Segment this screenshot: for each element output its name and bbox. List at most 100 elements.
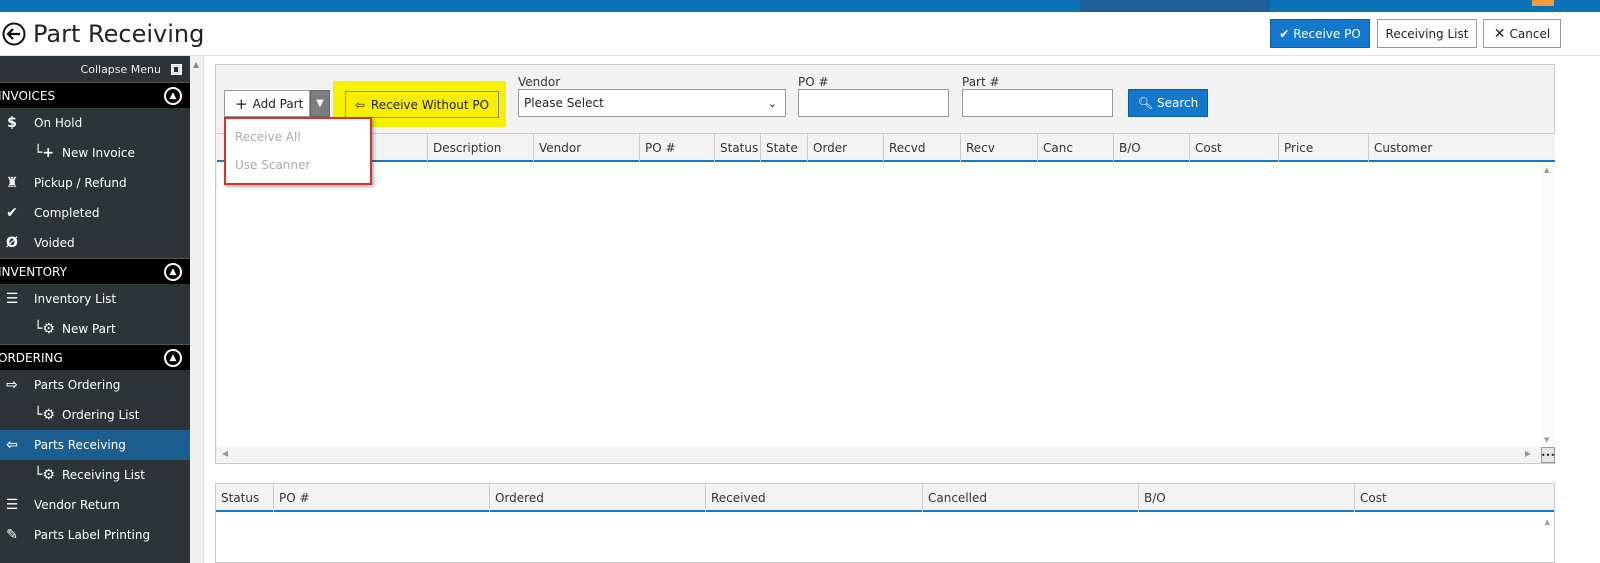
column-header[interactable]: Canc [1037,134,1113,162]
chevron-up-icon[interactable]: ▲ [164,348,182,367]
sidebar-item-completed[interactable]: ✔ Completed [0,198,190,228]
sidebar-item-new-part[interactable]: └⚙ New Part [0,314,190,344]
column-header[interactable]: PO # [639,134,714,162]
page-title: Part Receiving [33,20,205,48]
parts-grid-vertical-scrollbar[interactable]: ▲ ▼ [1541,164,1555,446]
scroll-up-icon[interactable]: ▲ [1545,518,1550,526]
top-bar [0,0,1600,12]
part-label: Part # [962,75,1000,89]
plus-icon: + [235,94,248,113]
column-header[interactable]: Cancelled [922,484,1138,512]
sidebar-item-on-hold[interactable]: $ On Hold [0,108,190,138]
chevron-up-icon[interactable]: ▲ [164,262,182,281]
scroll-up-icon[interactable]: ▲ [193,60,199,69]
list-icon: ☰ [5,291,19,307]
column-header[interactable]: Ordered [489,484,705,512]
scroll-down-icon[interactable]: ▼ [1544,436,1549,444]
sidebar-item-receiving-list[interactable]: └⚙ Receiving List [0,460,190,490]
top-bar-badge [1532,0,1554,6]
collapse-menu-label: Collapse Menu [80,62,161,76]
add-part-button[interactable]: + Add Part [224,90,310,117]
dollar-icon: $ [7,115,17,131]
sidebar-item-pickup-refund[interactable]: ♜ Pickup / Refund [0,168,190,198]
chevron-up-icon[interactable]: ▲ [164,86,182,105]
column-header[interactable]: Status [216,484,273,512]
column-header[interactable]: B/O [1113,134,1189,162]
cancel-button[interactable]: ✕ Cancel [1483,19,1561,48]
plus-icon: └+ [34,145,55,161]
collapse-menu-icon [171,63,182,75]
column-header[interactable]: PO # [273,484,489,512]
menu-item-receive-all[interactable]: Receive All [226,123,370,151]
void-icon: Ø [6,235,18,251]
add-part-label: Add Part [252,96,304,111]
scroll-right-icon[interactable]: ▶ [1525,449,1531,458]
sidebar-item-new-invoice[interactable]: └+ New Invoice [0,138,190,168]
scroll-left-icon[interactable]: ◀ [222,449,228,458]
tag-icon: ✎ [6,527,18,543]
add-part-dropdown-menu: Receive All Use Scanner [224,117,372,185]
section-ordering[interactable]: ORDERING ▲ [0,344,190,370]
column-header[interactable]: Customer [1368,134,1555,162]
column-header[interactable]: State [760,134,807,162]
sidebar-item-parts-ordering[interactable]: ⇨ Parts Ordering [0,370,190,400]
section-invoices[interactable]: INVOICES ▲ [0,82,190,108]
sidebar-item-parts-label-printing[interactable]: ✎ Parts Label Printing [0,520,190,550]
sidebar-item-ordering-list[interactable]: └⚙ Ordering List [0,400,190,430]
column-header[interactable]: Vendor [533,134,639,162]
chevron-down-icon: ▼ [316,98,324,109]
section-inventory[interactable]: INVENTORY ▲ [0,258,190,284]
export-icon: ⇨ [6,377,18,393]
column-header[interactable]: Status [714,134,760,162]
sidebar-item-label: Receiving List [62,468,145,482]
menu-item-use-scanner[interactable]: Use Scanner [226,151,370,179]
ellipsis-icon: ••• [1540,450,1556,460]
search-label: Search [1157,96,1199,110]
search-button[interactable]: 🔍︎ Search [1128,89,1208,117]
section-title: ORDERING [0,350,63,365]
sidebar-scrollbar[interactable]: ▲ [190,56,204,563]
column-header[interactable]: Recv [960,134,1037,162]
part-input[interactable] [962,89,1113,117]
sidebar-item-parts-receiving[interactable]: ⇦ Parts Receiving [0,430,190,460]
gear-icon: └⚙ [34,407,55,423]
check-icon: ✔ [6,205,18,221]
po-label: PO # [798,75,829,89]
back-arrow-icon[interactable] [2,22,26,46]
sidebar-item-vendor-return[interactable]: ☰ Vendor Return [0,490,190,520]
sidebar-item-label: Parts Receiving [34,438,126,452]
sidebar-item-label: New Part [62,322,116,336]
collapse-menu[interactable]: Collapse Menu [0,56,190,82]
check-icon: ✔ [1279,26,1290,41]
parts-grid-header: Description Vendor PO # Status State Ord… [217,134,1555,162]
column-header[interactable]: Order [807,134,883,162]
sidebar-item-label: Completed [34,206,100,220]
receive-po-button[interactable]: ✔ Receive PO [1270,19,1370,48]
import-icon: ⇦ [6,437,18,453]
main-content: + Add Part ▼ ⇦ Receive Without PO Vendor… [215,64,1555,563]
sidebar-item-inventory-list[interactable]: ☰ Inventory List [0,284,190,314]
column-header[interactable]: B/O [1138,484,1354,512]
parts-grid-horizontal-scrollbar[interactable]: ◀ ▶ [217,447,1541,463]
scroll-up-icon[interactable]: ▲ [1544,166,1549,174]
sidebar-item-label: Parts Label Printing [34,528,151,542]
sidebar-item-label: Parts Ordering [34,378,121,392]
sidebar-item-voided[interactable]: Ø Voided [0,228,190,258]
receive-without-po-button[interactable]: ⇦ Receive Without PO [345,91,499,118]
close-icon: ✕ [1493,25,1506,42]
column-header[interactable]: Received [705,484,922,512]
column-header[interactable]: Price [1278,134,1368,162]
add-part-dropdown-toggle[interactable]: ▼ [310,90,330,117]
sidebar-item-label: Voided [34,236,75,250]
vendor-select[interactable]: Please Select ⌄ [518,89,786,117]
column-header[interactable]: Description [427,134,533,162]
column-header[interactable]: Cost [1354,484,1554,512]
grid-options-button[interactable]: ••• [1541,447,1555,463]
gear-icon: └⚙ [34,321,55,337]
column-header[interactable]: Recvd [883,134,960,162]
receive-without-po-label: Receive Without PO [370,97,490,112]
column-header[interactable]: Cost [1189,134,1278,162]
receiving-panel: + Add Part ▼ ⇦ Receive Without PO Vendor… [215,64,1555,464]
receiving-list-button[interactable]: Receiving List [1377,19,1477,48]
po-input[interactable] [798,89,949,117]
